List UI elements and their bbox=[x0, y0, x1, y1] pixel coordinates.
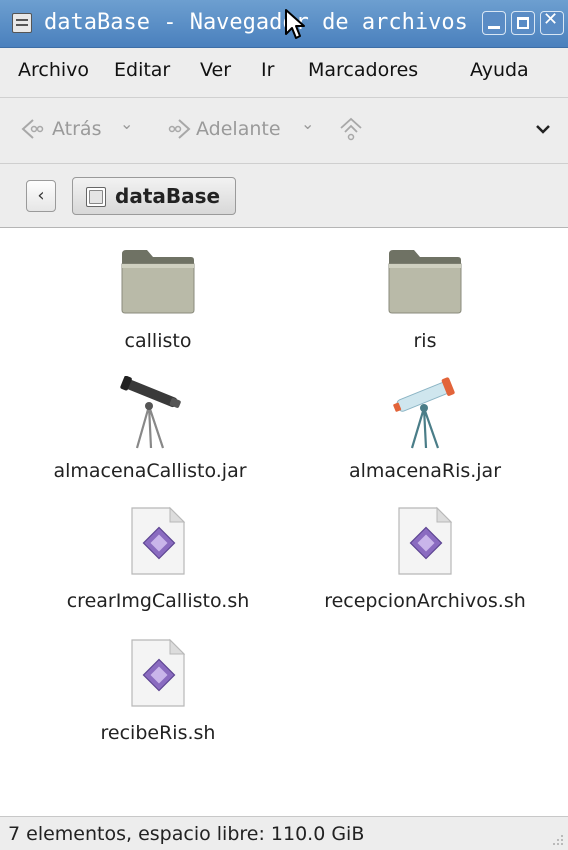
file-item[interactable]: callisto bbox=[18, 246, 298, 356]
menu-marcadores[interactable]: Marcadores bbox=[308, 59, 418, 81]
file-name: almacenaRis.jar bbox=[348, 460, 502, 482]
window-title: dataBase - Navegador de archivos bbox=[44, 10, 468, 35]
file-name: ris bbox=[413, 330, 437, 352]
close-icon: ✕ bbox=[543, 9, 559, 30]
window-menu-icon[interactable] bbox=[12, 13, 32, 33]
close-button[interactable]: ✕ bbox=[540, 9, 564, 35]
minimize-icon bbox=[488, 26, 500, 29]
back-button[interactable]: Atrás bbox=[52, 118, 101, 140]
maximize-button[interactable] bbox=[511, 11, 535, 35]
status-bar: 7 elementos, espacio libre: 110.0 GiB bbox=[0, 816, 568, 850]
folder-icon bbox=[388, 250, 462, 314]
file-name: recepcionArchivos.sh bbox=[324, 590, 526, 612]
file-item[interactable]: almacenaRis.jar bbox=[285, 376, 565, 486]
toolbar: Atrás ⌄ Adelante ⌄ bbox=[0, 98, 568, 164]
file-item[interactable]: recibeRis.sh bbox=[18, 638, 298, 748]
minimize-button[interactable] bbox=[482, 11, 506, 35]
forward-button[interactable]: Adelante bbox=[196, 118, 281, 140]
script-file-icon bbox=[131, 638, 186, 707]
back-history-chevron-icon[interactable]: ⌄ bbox=[120, 114, 133, 133]
file-item[interactable]: ris bbox=[285, 246, 565, 356]
telescope-light-icon bbox=[393, 377, 455, 449]
menu-archivo[interactable]: Archivo bbox=[18, 59, 89, 81]
drive-icon bbox=[86, 187, 106, 207]
menu-ayuda[interactable]: Ayuda bbox=[470, 59, 529, 81]
mouse-cursor-icon bbox=[285, 9, 305, 39]
status-text: 7 elementos, espacio libre: 110.0 GiB bbox=[8, 823, 365, 845]
menu-editar[interactable]: Editar bbox=[114, 59, 170, 81]
file-name: recibeRis.sh bbox=[100, 722, 216, 744]
script-file-icon bbox=[131, 506, 186, 575]
file-item[interactable]: recepcionArchivos.sh bbox=[285, 506, 565, 616]
resize-grip-icon[interactable] bbox=[552, 834, 564, 846]
script-file-icon bbox=[398, 506, 453, 575]
breadcrumb-current[interactable]: dataBase bbox=[72, 177, 236, 215]
toolbar-overflow-chevron-icon[interactable] bbox=[534, 120, 552, 138]
file-item[interactable]: almacenaCallisto.jar bbox=[10, 375, 290, 486]
file-name: almacenaCallisto.jar bbox=[53, 460, 247, 482]
folder-icon bbox=[121, 250, 195, 314]
forward-history-chevron-icon[interactable]: ⌄ bbox=[301, 114, 314, 133]
file-name: callisto bbox=[124, 330, 192, 352]
menu-ir[interactable]: Ir bbox=[261, 59, 274, 81]
menu-bar: Archivo Editar Ver Ir Marcadores Ayuda bbox=[0, 48, 568, 98]
up-parent-icon[interactable] bbox=[338, 116, 364, 142]
path-left-button[interactable]: ‹ bbox=[26, 180, 56, 212]
breadcrumb-label: dataBase bbox=[115, 184, 221, 208]
file-item[interactable]: crearImgCallisto.sh bbox=[18, 506, 298, 616]
maximize-icon bbox=[517, 17, 529, 29]
telescope-dark-icon bbox=[120, 375, 181, 449]
file-name: crearImgCallisto.sh bbox=[66, 590, 250, 612]
back-arrow-icon bbox=[21, 119, 44, 139]
title-bar[interactable]: dataBase - Navegador de archivos ✕ bbox=[0, 0, 568, 48]
menu-ver[interactable]: Ver bbox=[200, 59, 231, 81]
location-bar: ‹ dataBase bbox=[0, 164, 568, 228]
forward-arrow-icon bbox=[168, 119, 191, 139]
file-view[interactable]: callisto ris almacenaCallisto.jar almace… bbox=[0, 228, 568, 816]
